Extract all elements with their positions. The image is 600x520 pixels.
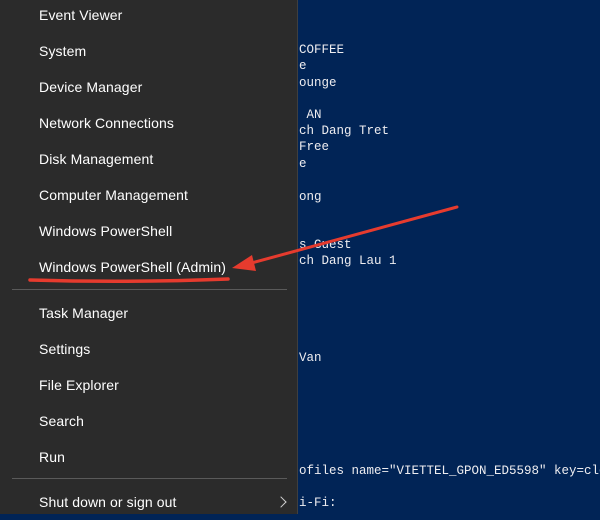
- console-line: e: [299, 157, 307, 171]
- quick-link-menu: Event Viewer System Device Manager Netwo…: [0, 0, 298, 514]
- console-line: Van: [299, 351, 322, 365]
- menu-item-label: Shut down or sign out: [39, 494, 177, 510]
- menu-item-label: Task Manager: [39, 305, 129, 321]
- menu-item-task-manager[interactable]: Task Manager: [0, 295, 297, 331]
- menu-item-windows-powershell[interactable]: Windows PowerShell: [0, 213, 297, 249]
- menu-item-label: Windows PowerShell (Admin): [39, 259, 226, 275]
- menu-item-label: Search: [39, 413, 84, 429]
- menu-item-network-connections[interactable]: Network Connections: [0, 105, 297, 141]
- menu-item-file-explorer[interactable]: File Explorer: [0, 367, 297, 403]
- menu-item-label: Network Connections: [39, 115, 174, 131]
- menu-item-system[interactable]: System: [0, 33, 297, 69]
- menu-item-device-manager[interactable]: Device Manager: [0, 69, 297, 105]
- menu-item-label: Disk Management: [39, 151, 154, 167]
- menu-item-label: File Explorer: [39, 377, 119, 393]
- menu-item-run[interactable]: Run: [0, 439, 297, 475]
- menu-item-label: Run: [39, 449, 65, 465]
- menu-item-shut-down[interactable]: Shut down or sign out: [0, 484, 297, 520]
- menu-item-settings[interactable]: Settings: [0, 331, 297, 367]
- menu-item-computer-management[interactable]: Computer Management: [0, 177, 297, 213]
- console-line: AN: [299, 108, 322, 122]
- console-line: ong: [299, 190, 322, 204]
- menu-item-label: Event Viewer: [39, 7, 123, 23]
- console-line: ch Dang Tret: [299, 124, 390, 138]
- menu-item-search[interactable]: Search: [0, 403, 297, 439]
- menu-item-event-viewer[interactable]: Event Viewer: [0, 0, 297, 33]
- menu-divider: [12, 289, 287, 290]
- console-line: ch Dang Lau 1: [299, 254, 397, 268]
- menu-item-label: System: [39, 43, 87, 59]
- console-line: i-Fi:: [299, 496, 337, 510]
- menu-item-windows-powershell-admin[interactable]: Windows PowerShell (Admin): [0, 249, 297, 285]
- chevron-right-icon: [275, 496, 287, 508]
- menu-item-label: Settings: [39, 341, 91, 357]
- console-line: ounge: [299, 76, 337, 90]
- menu-item-disk-management[interactable]: Disk Management: [0, 141, 297, 177]
- console-line: ofiles name="VIETTEL_GPON_ED5598" key=cl…: [299, 464, 600, 478]
- menu-item-label: Computer Management: [39, 187, 188, 203]
- menu-item-label: Device Manager: [39, 79, 143, 95]
- console-line: COFFEE: [299, 43, 345, 57]
- menu-item-label: Windows PowerShell: [39, 223, 173, 239]
- console-line: Free: [299, 140, 330, 154]
- menu-divider: [12, 478, 287, 479]
- console-line: e: [299, 59, 307, 73]
- console-line: s Guest: [299, 238, 352, 252]
